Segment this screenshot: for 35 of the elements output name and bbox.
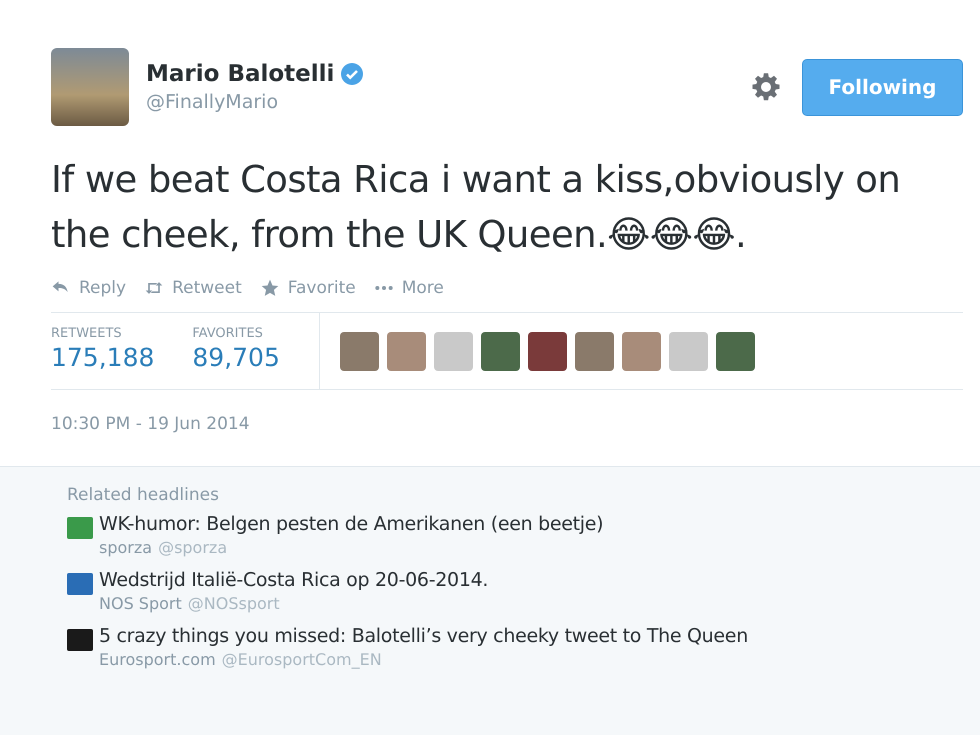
stat-label: FAVORITES: [192, 326, 264, 341]
tweet-text: If we beat Costa Rica i want a kiss,obviously on the cheek, from the UK Queen.😂😂😂.: [51, 157, 902, 258]
tweet-timestamp[interactable]: 10:30 PM - 19 Jun 2014: [51, 414, 963, 434]
source-handle[interactable]: @sporza: [158, 538, 228, 557]
retweet-link[interactable]: Retweet: [144, 278, 242, 298]
reply-link[interactable]: Reply: [51, 278, 126, 298]
source-name[interactable]: Eurosport.com: [99, 650, 216, 669]
user-avatar-photo-placeholder[interactable]: [669, 332, 708, 371]
headline-link[interactable]: 5 crazy things you missed: Balotelli’s very cheeky tweet to The Queen: [99, 625, 748, 647]
stat-count[interactable]: 89,705: [192, 343, 280, 372]
favorite-link[interactable]: Favorite: [260, 278, 356, 298]
user-avatar-photo-placeholder[interactable]: [434, 332, 473, 371]
stat-label: RETWEETS: [51, 326, 123, 341]
star-icon: [260, 278, 280, 298]
follow-button[interactable]: Following: [802, 58, 963, 116]
user-avatar-photo-placeholder[interactable]: [528, 332, 567, 371]
settings-icon[interactable]: [751, 72, 781, 102]
more-link[interactable]: More: [374, 278, 444, 298]
user-avatar-photo-placeholder[interactable]: [716, 332, 755, 371]
headline-link[interactable]: Wedstrijd Italië-Costa Rica op 20-06-2014.: [99, 569, 488, 591]
source-handle[interactable]: @NOSsport: [188, 594, 280, 613]
user-avatar-photo-placeholder[interactable]: [575, 332, 614, 371]
user-avatar-photo-placeholder[interactable]: [340, 332, 379, 371]
source-name[interactable]: NOS Sport: [99, 594, 182, 613]
author-name[interactable]: Mario Balotelli: [146, 61, 334, 87]
ellipsis-icon: [374, 285, 394, 291]
user-avatar-photo-placeholder[interactable]: [622, 332, 661, 371]
related-headlines-title: Related headlines: [67, 485, 220, 505]
stat-count[interactable]: 175,188: [51, 343, 154, 372]
user-avatar-photo-placeholder[interactable]: [387, 332, 426, 371]
headline-link[interactable]: WK-humor: Belgen pesten de Amerikanen (een beetje): [99, 513, 604, 535]
user-avatar-photo-placeholder[interactable]: [481, 332, 520, 371]
source-handle[interactable]: @EurosportCom_EN: [222, 650, 382, 669]
source-name[interactable]: sporza: [99, 538, 152, 557]
author-handle[interactable]: @FinallyMario: [146, 91, 364, 113]
